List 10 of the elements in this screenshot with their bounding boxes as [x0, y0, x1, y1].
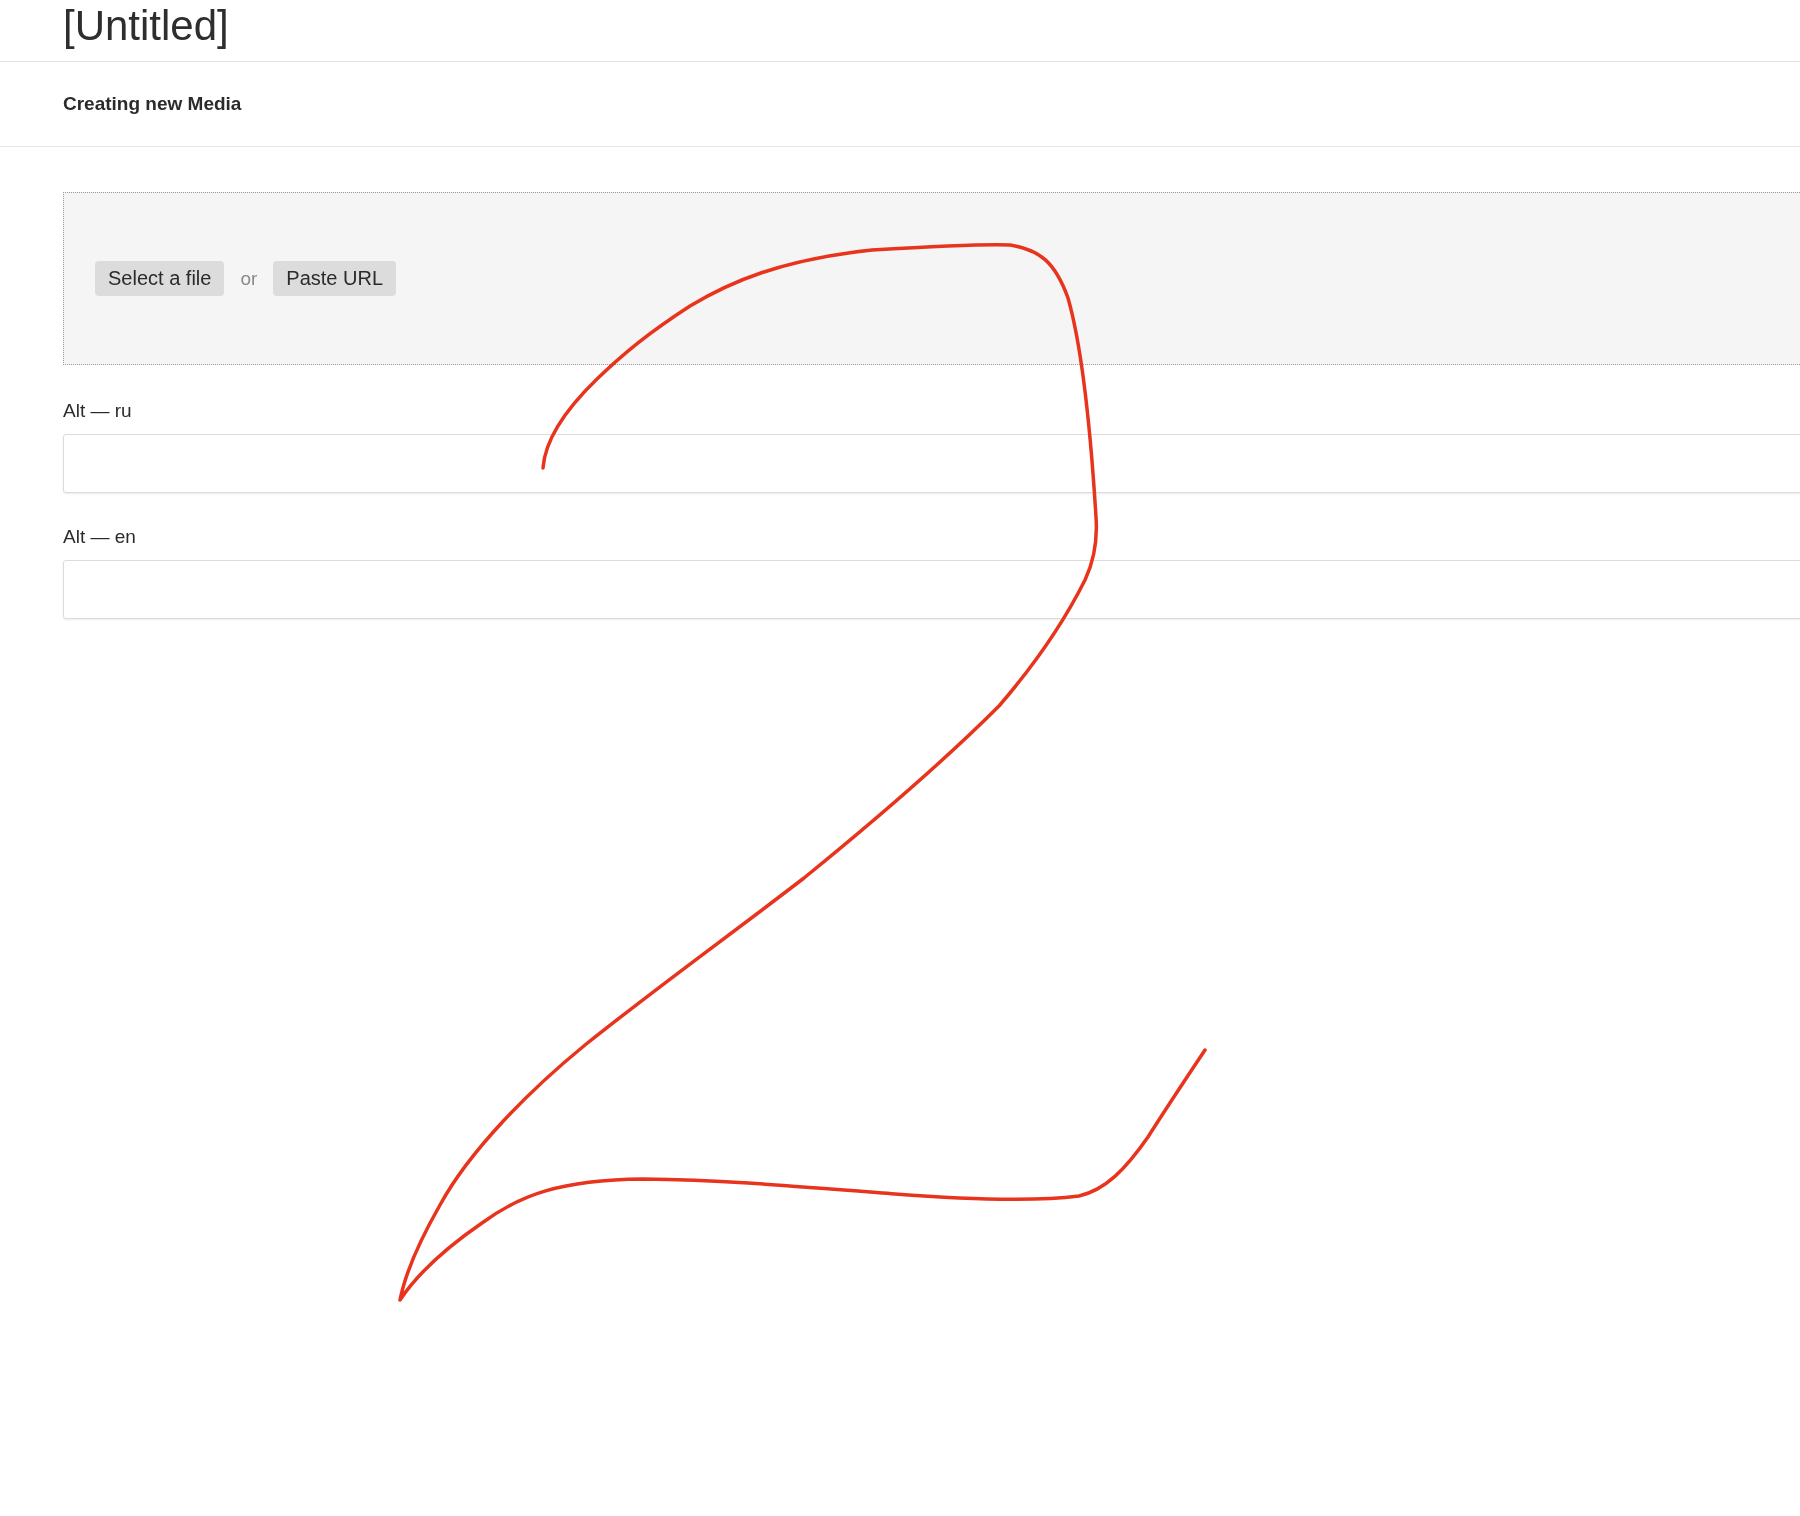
file-drop-zone[interactable]: Select a file or Paste URL — [63, 192, 1800, 365]
field-label: Alt — ru — [63, 400, 132, 422]
field-label: Alt — en — [63, 526, 136, 548]
section-title: Creating new Media — [63, 93, 242, 115]
or-separator: or — [240, 267, 258, 290]
text-input-field[interactable] — [63, 434, 1800, 493]
text-input-field[interactable] — [63, 560, 1800, 619]
paste-url-button[interactable]: Paste URL — [273, 261, 396, 296]
select-file-button[interactable]: Select a file — [95, 261, 225, 296]
page-title: [Untitled] — [63, 2, 229, 50]
